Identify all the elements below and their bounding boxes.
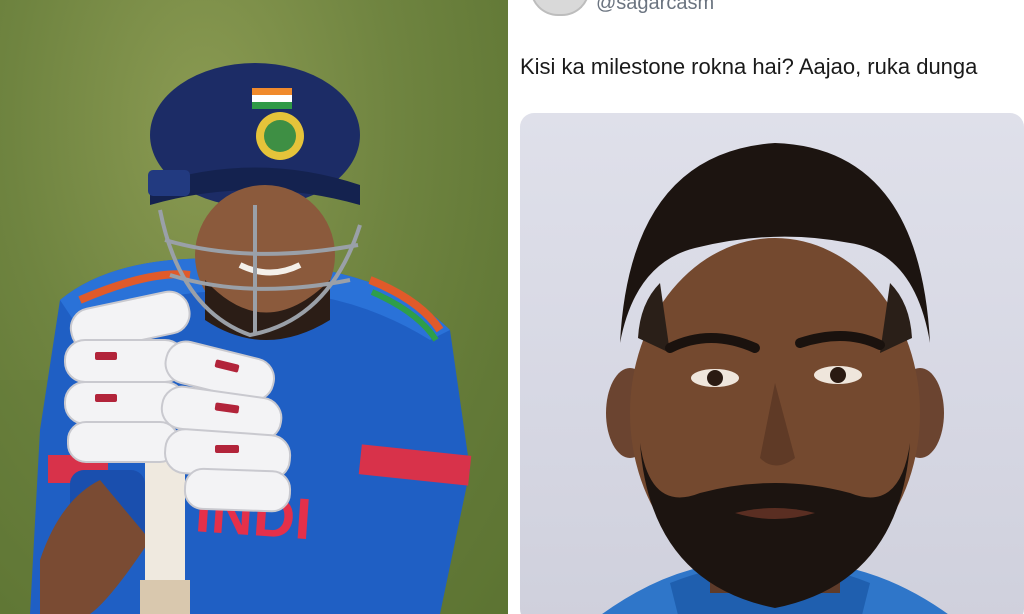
avatar: [530, 0, 590, 16]
portrait-illustration: [602, 143, 948, 614]
tweet-panel: @sagarcasm Kisi ka milestone rokna hai? …: [508, 0, 1024, 614]
tweet-handle: @sagarcasm: [596, 0, 715, 14]
tweet-text: Kisi ka milestone rokna hai? Aajao, ruka…: [520, 54, 978, 79]
meme-image: INDI @sagarcasm Kisi ka milestone rokna …: [0, 0, 1024, 614]
tweet-portrait-photo: [520, 113, 1024, 614]
batsman-illustration: INDI: [0, 63, 508, 614]
batsman-photo: INDI: [0, 0, 508, 614]
